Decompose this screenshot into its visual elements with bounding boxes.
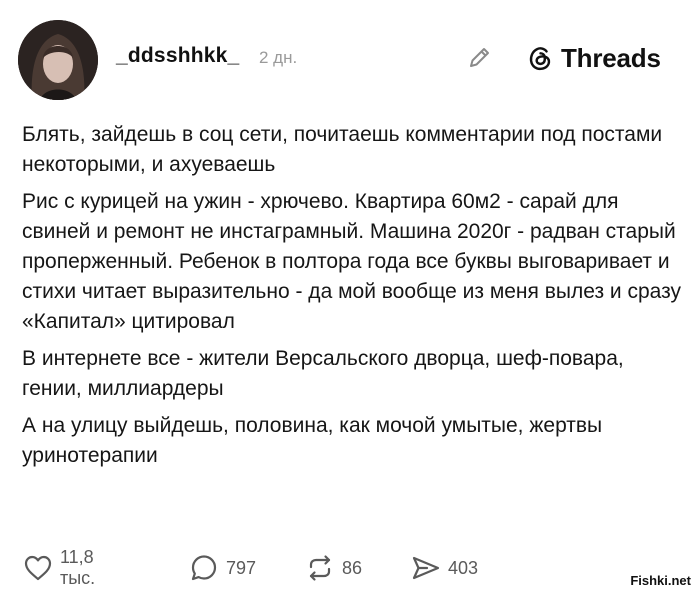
post-body: Блять, зайдешь в соц сети, почитаешь ком…	[22, 120, 682, 478]
shares-count: 403	[448, 557, 479, 578]
heart-icon	[24, 555, 52, 581]
post-time: 2 дн.	[259, 48, 298, 67]
avatar[interactable]	[18, 20, 98, 100]
watermark: Fishki.net	[627, 572, 694, 589]
repost-icon	[309, 555, 331, 581]
edit-button[interactable]	[463, 42, 495, 74]
threads-brand[interactable]: Threads	[525, 40, 661, 76]
pencil-icon	[470, 48, 489, 67]
share-button[interactable]: 403	[410, 548, 478, 588]
threads-logo-icon	[529, 47, 551, 71]
comment-icon	[191, 555, 217, 581]
brand-name: Threads	[561, 42, 661, 73]
repost-button[interactable]: 86	[304, 548, 362, 588]
replies-count: 797	[226, 557, 257, 578]
post-paragraph: А на улицу выйдешь, половина, как мочой …	[22, 414, 603, 467]
post-header: _ddsshhkk_ 2 дн. Threads	[0, 0, 700, 110]
author-username[interactable]: _ddsshhkk_	[116, 44, 239, 68]
like-button[interactable]: 11,8 тыс.	[22, 547, 96, 588]
reply-button[interactable]: 797	[188, 548, 256, 588]
send-icon	[412, 556, 440, 580]
post-paragraph: Блять, зайдешь в соц сети, почитаешь ком…	[22, 123, 663, 176]
avatar-photo	[18, 20, 98, 100]
likes-count: 11,8 тыс.	[60, 547, 96, 588]
reposts-count: 86	[342, 557, 363, 578]
post-paragraph: Рис с курицей на ужин - хрючево. Квартир…	[22, 190, 681, 333]
post-paragraph: В интернете все - жители Версальского дв…	[22, 347, 624, 400]
